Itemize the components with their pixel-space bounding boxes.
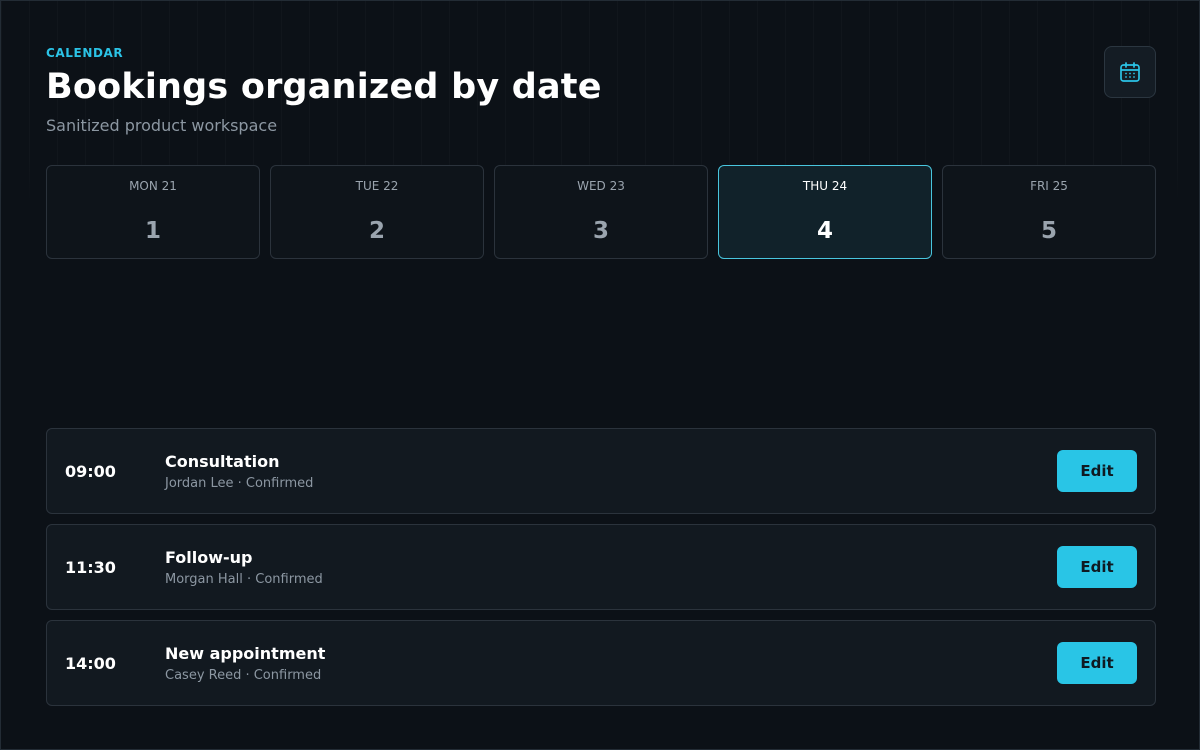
day-booking-count: 1 [144,218,161,244]
page-title: Bookings organized by date [46,67,602,107]
booking-row: 14:00 New appointment Casey Reed · Confi… [46,620,1156,706]
day-tab-fri[interactable]: FRI 25 5 [942,165,1156,259]
edit-button[interactable]: Edit [1057,642,1137,684]
day-booking-count: 2 [368,218,385,244]
day-booking-count: 3 [592,218,609,244]
booking-row: 09:00 Consultation Jordan Lee · Confirme… [46,428,1156,514]
booking-row: 11:30 Follow-up Morgan Hall · Confirmed … [46,524,1156,610]
day-tab-tue[interactable]: TUE 22 2 [270,165,484,259]
page-subtitle: Sanitized product workspace [46,116,278,135]
booking-service: Follow-up [165,548,253,567]
day-label: FRI 25 [1030,179,1068,193]
section-eyebrow: CALENDAR [46,46,124,60]
edit-button[interactable]: Edit [1057,546,1137,588]
app-frame: CALENDAR Bookings organized by date Sani… [0,0,1200,750]
day-label: TUE 22 [355,179,399,193]
edit-button[interactable]: Edit [1057,450,1137,492]
day-label: THU 24 [802,179,848,193]
day-tab-mon[interactable]: MON 21 1 [46,165,260,259]
day-selector: MON 21 1 TUE 22 2 WED 23 3 THU 24 4 FRI … [46,165,1156,259]
booking-time: 11:30 [65,558,116,577]
booking-meta: Morgan Hall · Confirmed [165,572,323,587]
booking-list: 09:00 Consultation Jordan Lee · Confirme… [46,428,1156,706]
booking-time: 09:00 [65,462,116,481]
day-booking-count: 4 [816,218,833,244]
booking-meta: Jordan Lee · Confirmed [165,476,314,491]
calendar-button[interactable] [1104,46,1156,98]
day-label: MON 21 [129,179,177,193]
day-tab-thu[interactable]: THU 24 4 [718,165,932,259]
booking-meta: Casey Reed · Confirmed [165,668,322,683]
booking-time: 14:00 [65,654,116,673]
day-label: WED 23 [577,179,625,193]
day-tab-wed[interactable]: WED 23 3 [494,165,708,259]
day-booking-count: 5 [1040,218,1057,244]
booking-service: New appointment [165,644,326,663]
calendar-icon [1120,62,1140,82]
booking-service: Consultation [165,452,280,471]
